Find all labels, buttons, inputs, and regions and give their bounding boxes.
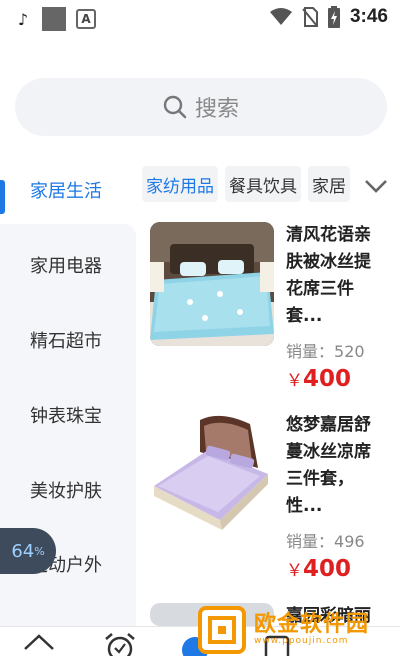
a-icon: A bbox=[76, 9, 96, 29]
price-value: 400 bbox=[303, 366, 352, 392]
subcategory-tabs: 家纺用品 餐具饮具 家居 bbox=[142, 166, 358, 206]
product-price: ￥400 bbox=[286, 366, 351, 392]
alarm-clock-icon[interactable] bbox=[103, 633, 137, 656]
watermark-logo-icon bbox=[198, 606, 246, 654]
watermark-url: www.ppoujin.com bbox=[254, 636, 349, 646]
sidebar-item-watches-jewelry[interactable]: 钟表珠宝 bbox=[0, 385, 136, 445]
status-bar: ♪ A 3:46 bbox=[0, 0, 400, 38]
badge-value: 64 bbox=[11, 540, 35, 562]
search-icon bbox=[163, 95, 187, 119]
product-sales: 销量：520 bbox=[286, 338, 365, 362]
sidebar-item-label: 家居生活 bbox=[30, 181, 102, 202]
sidebar-item-label: 美妆护肤 bbox=[30, 481, 102, 502]
tab-home[interactable]: 家居 bbox=[308, 166, 350, 202]
sidebar-item-label: 钟表珠宝 bbox=[30, 406, 102, 427]
product-card[interactable]: 悠梦嘉居舒蔓冰丝凉席三件套，性... 销量：496 ￥400 bbox=[150, 412, 390, 587]
battery-charging-icon bbox=[327, 6, 340, 28]
sidebar-item-home-living[interactable]: 家居生活 bbox=[0, 160, 136, 220]
sales-label: 销量： bbox=[286, 342, 335, 361]
sales-label: 销量： bbox=[286, 532, 335, 551]
currency-symbol: ￥ bbox=[286, 561, 303, 581]
product-image[interactable] bbox=[150, 222, 274, 346]
product-title: 悠梦嘉居舒蔓冰丝凉席三件套，性... bbox=[286, 415, 371, 516]
product-card[interactable]: 清风花语亲肤被冰丝提花席三件套... 销量：520 ￥400 bbox=[150, 222, 390, 392]
watermark: 欧金软件园 www.ppoujin.com bbox=[196, 604, 396, 656]
sidebar-item-label: 精石超市 bbox=[30, 331, 102, 352]
product-title: 清风花语亲肤被冰丝提花席三件套... bbox=[286, 225, 371, 326]
sidebar-item-appliances[interactable]: 家用电器 bbox=[0, 235, 136, 295]
price-value: 400 bbox=[303, 556, 352, 582]
tiktok-icon: ♪ bbox=[17, 9, 29, 29]
wifi-icon bbox=[269, 8, 292, 25]
tab-tableware[interactable]: 餐具饮具 bbox=[225, 166, 301, 202]
no-sim-icon bbox=[302, 7, 318, 27]
product-image[interactable] bbox=[150, 412, 274, 536]
notification-square-icon bbox=[42, 7, 66, 31]
sidebar-item-beauty[interactable]: 美妆护肤 bbox=[0, 460, 136, 520]
sidebar-item-label: 家用电器 bbox=[30, 256, 102, 277]
tab-home-textiles[interactable]: 家纺用品 bbox=[142, 166, 218, 202]
sales-value: 496 bbox=[334, 532, 365, 551]
badge-unit: % bbox=[34, 544, 45, 558]
sales-value: 520 bbox=[334, 342, 365, 361]
sidebar-item-supermarket[interactable]: 精石超市 bbox=[0, 310, 136, 370]
floating-memory-badge[interactable]: 64% bbox=[0, 528, 56, 574]
active-indicator bbox=[0, 180, 5, 214]
expand-tabs-button[interactable] bbox=[362, 172, 390, 200]
search-bar[interactable]: 搜索 bbox=[15, 78, 387, 136]
product-price: ￥400 bbox=[286, 556, 351, 582]
product-sales: 销量：496 bbox=[286, 528, 365, 552]
currency-symbol: ￥ bbox=[286, 371, 303, 391]
home-icon[interactable] bbox=[22, 633, 56, 656]
clock-time: 3:46 bbox=[349, 6, 388, 27]
search-placeholder: 搜索 bbox=[194, 97, 239, 122]
watermark-text: 欧金软件园 bbox=[254, 612, 370, 637]
chevron-down-icon bbox=[365, 180, 387, 193]
